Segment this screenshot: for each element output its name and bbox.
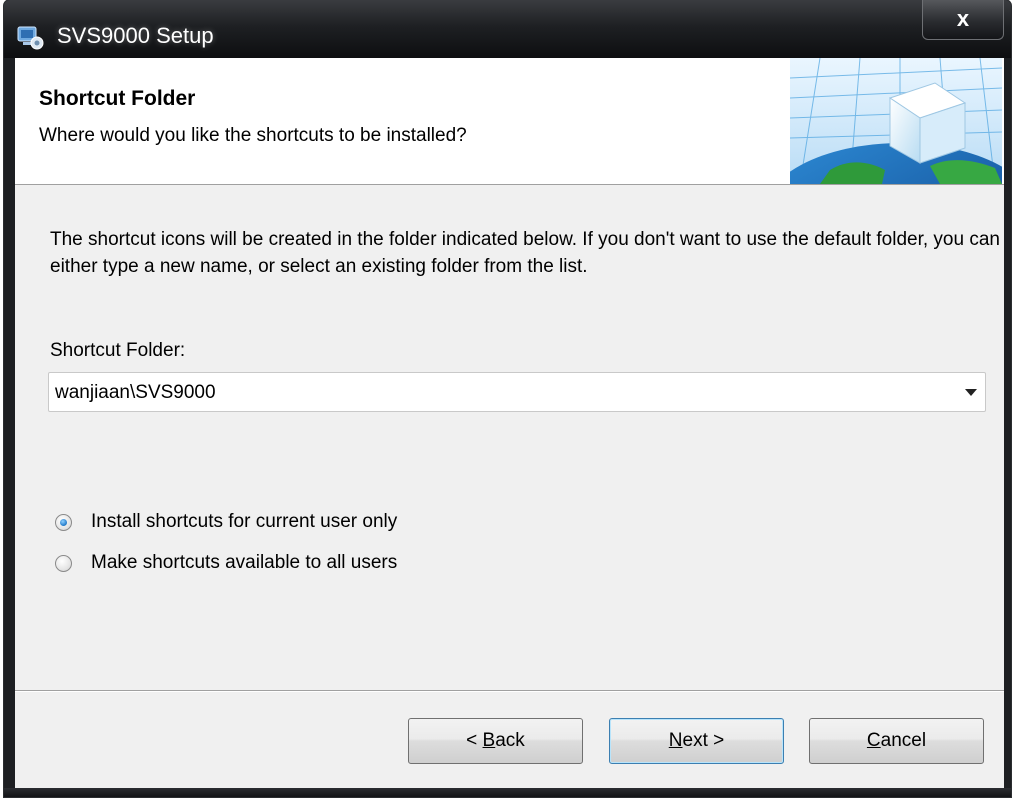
shortcut-folder-label: Shortcut Folder: [50,340,186,361]
setup-window: SVS9000 Setup x Shortcut Folder Where wo… [4,0,1011,797]
radio-label-current-user: Install shortcuts for current user only [91,511,398,532]
radio-all-users[interactable]: Make shortcuts available to all users [55,549,397,577]
cancel-button-label: ancel [880,730,927,751]
next-button-label: ext > [682,730,725,751]
window-bottom-border [4,788,1011,797]
cancel-button[interactable]: Cancel [809,718,984,764]
setup-installer-icon [17,26,44,50]
radio-current-user[interactable]: Install shortcuts for current user only [55,508,397,536]
back-button-prefix: < [466,730,483,751]
cancel-button-accelerator: C [866,730,881,751]
window-title: SVS9000 Setup [57,23,214,48]
chevron-down-icon[interactable] [965,389,977,396]
shortcut-folder-value: wanjiaan\SVS9000 [55,382,216,403]
globe-cube-graphic [790,58,1002,184]
next-button[interactable]: Next > [609,718,784,764]
radio-button-unselected[interactable] [55,554,72,572]
shortcut-folder-combobox[interactable]: wanjiaan\SVS9000 [48,372,986,412]
title-bar[interactable]: SVS9000 Setup x [4,0,1011,58]
footer-separator [15,690,1004,692]
back-button-label: ack [495,730,525,751]
radio-button-selected[interactable] [55,513,72,531]
radio-label-all-users: Make shortcuts available to all users [91,552,398,573]
page-title: Shortcut Folder [39,87,196,110]
back-button[interactable]: < Back [408,718,583,764]
close-button[interactable]: x [922,0,1004,40]
next-button-accelerator: N [668,730,683,751]
close-icon: x [956,6,970,31]
dialog-client-area: Shortcut Folder Where would you like the… [15,58,1004,788]
back-button-accelerator: B [482,730,496,751]
instructions-text: The shortcut icons will be created in th… [50,229,1000,277]
wizard-header: Shortcut Folder Where would you like the… [15,58,1004,185]
page-subtitle: Where would you like the shortcuts to be… [39,125,467,146]
